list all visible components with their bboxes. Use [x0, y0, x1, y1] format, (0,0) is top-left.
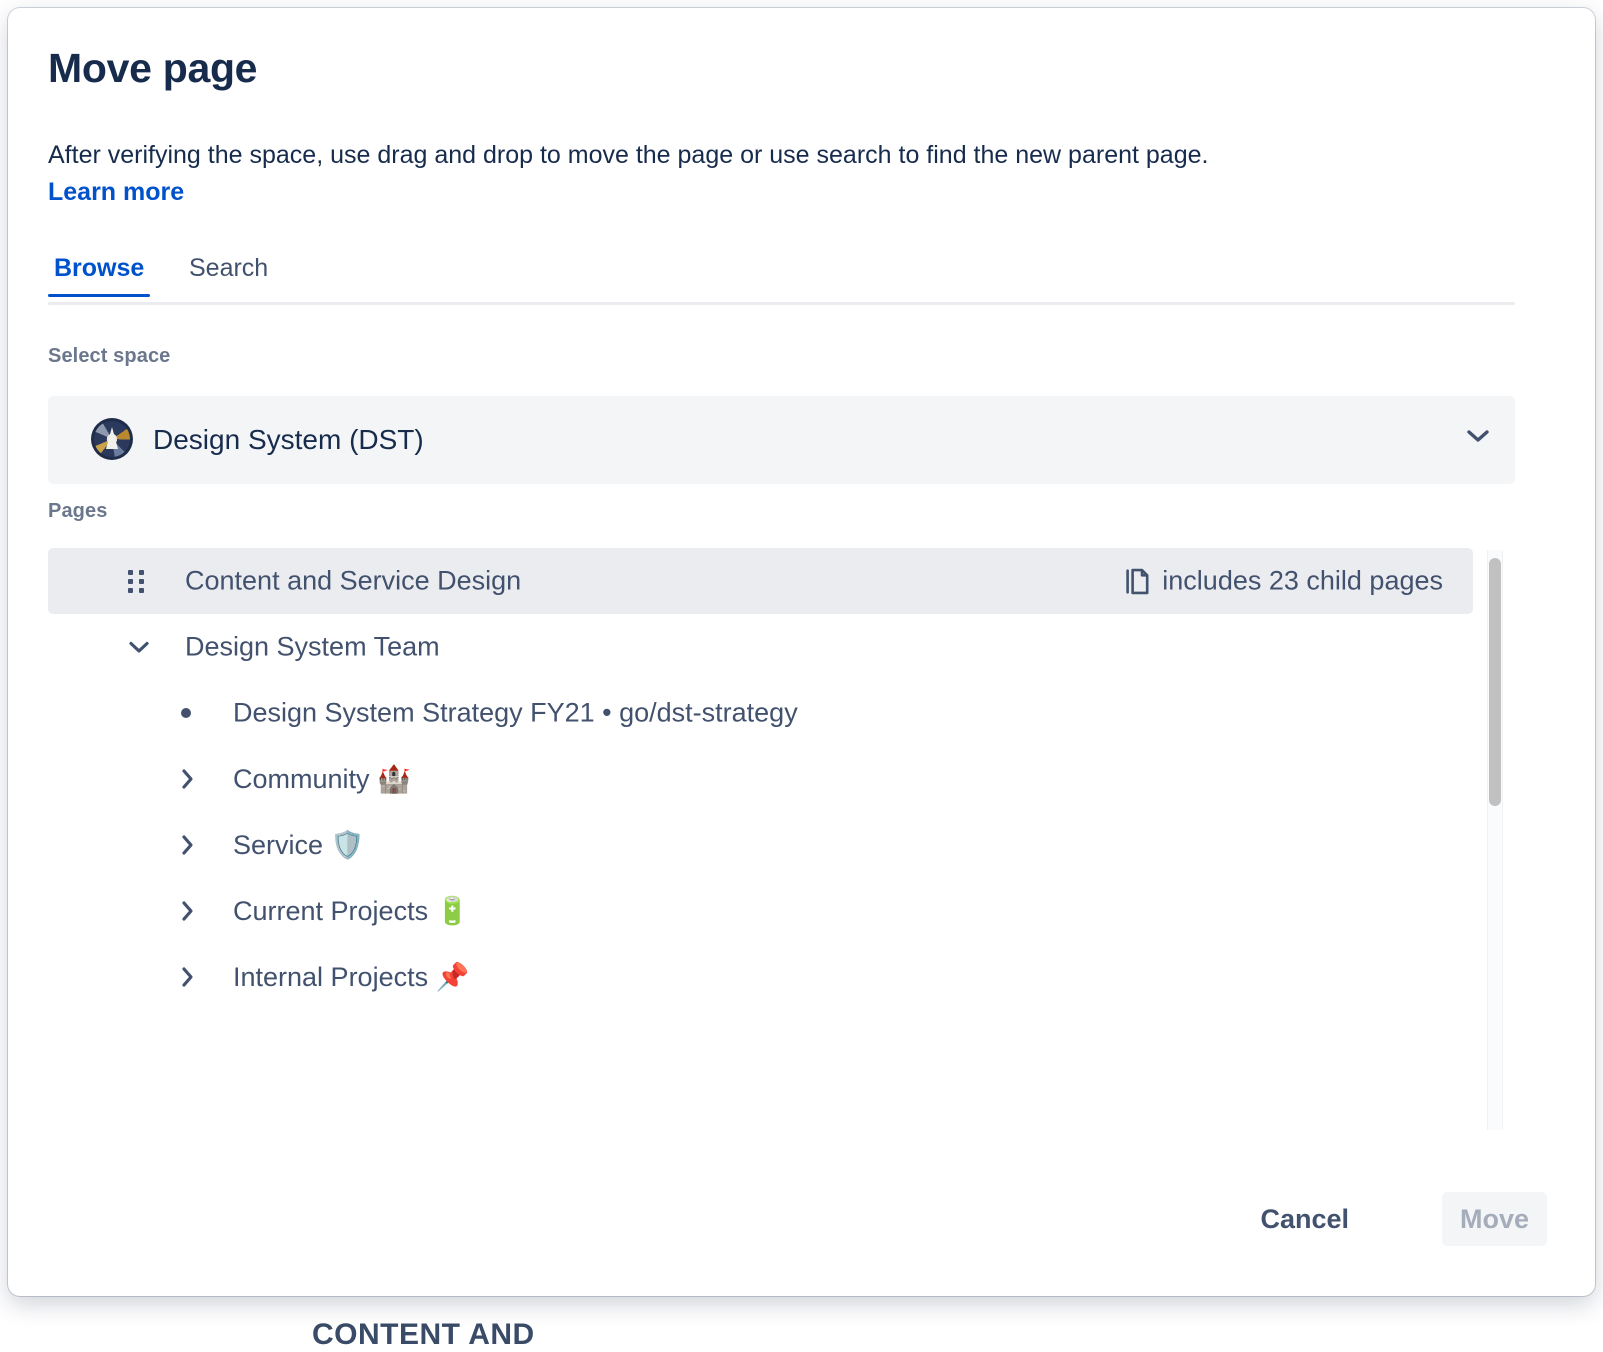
chevron-right-icon[interactable] — [174, 898, 200, 924]
pages-scrollbar-thumb[interactable] — [1489, 558, 1501, 806]
chevron-right-icon[interactable] — [174, 964, 200, 990]
tab-search[interactable]: Search — [183, 253, 274, 297]
pages-scrollbar-track[interactable] — [1487, 550, 1503, 1130]
page-title: Move page — [48, 44, 257, 93]
pages-tree-panel: Content and Service Design includes 23 c… — [48, 548, 1515, 1132]
table-row[interactable]: Content and Service Design includes 23 c… — [48, 548, 1473, 614]
move-button[interactable]: Move — [1442, 1192, 1547, 1246]
background-clipped-text: CONTENT AND — [312, 1318, 535, 1352]
tree-item-label: Current Projects 🔋 — [233, 895, 469, 927]
table-row[interactable]: Service 🛡️ — [48, 812, 1473, 878]
dialog-description: After verifying the space, use drag and … — [48, 136, 1448, 175]
chevron-down-icon[interactable] — [126, 634, 152, 660]
tree-item-label: Design System Strategy FY21 • go/dst-str… — [233, 698, 798, 729]
table-row[interactable]: Community 🏰 — [48, 746, 1473, 812]
dialog-body: Move page After verifying the space, use… — [8, 8, 1595, 1296]
tab-bar-underline — [48, 302, 1515, 305]
tab-browse[interactable]: Browse — [48, 253, 150, 297]
tree-item-label: Community 🏰 — [233, 763, 411, 795]
dialog-footer: Cancel Move — [8, 1164, 1595, 1296]
space-select-value: Design System (DST) — [153, 396, 424, 484]
tree-item-label: Service 🛡️ — [233, 829, 364, 861]
space-avatar-icon — [91, 418, 133, 460]
space-select-dropdown[interactable]: Design System (DST) — [48, 396, 1515, 484]
child-pages-text: includes 23 child pages — [1162, 566, 1443, 597]
table-row[interactable]: Design System Strategy FY21 • go/dst-str… — [48, 680, 1473, 746]
move-page-dialog: Move page After verifying the space, use… — [8, 8, 1595, 1296]
pages-scroll-area: Content and Service Design includes 23 c… — [48, 548, 1473, 1132]
chevron-right-icon[interactable] — [174, 766, 200, 792]
tree-item-label: Content and Service Design — [185, 566, 521, 597]
cancel-button[interactable]: Cancel — [1242, 1192, 1367, 1246]
table-row[interactable]: Current Projects 🔋 — [48, 878, 1473, 944]
drag-handle-icon[interactable] — [126, 566, 146, 596]
learn-more-link[interactable]: Learn more — [48, 178, 184, 207]
copy-pages-icon — [1123, 567, 1149, 595]
chevron-right-icon[interactable] — [174, 832, 200, 858]
chevron-down-icon — [1467, 430, 1489, 442]
child-pages-badge: includes 23 child pages — [1123, 566, 1443, 597]
tree-item-label: Design System Team — [185, 632, 440, 663]
bullet-icon — [181, 708, 191, 718]
select-space-label: Select space — [48, 345, 170, 368]
pages-label: Pages — [48, 500, 107, 523]
table-row[interactable]: Internal Projects 📌 — [48, 944, 1473, 1010]
tab-bar: Browse Search — [48, 253, 1515, 305]
tree-item-label: Internal Projects 📌 — [233, 961, 469, 993]
table-row[interactable]: Design System Team — [48, 614, 1473, 680]
